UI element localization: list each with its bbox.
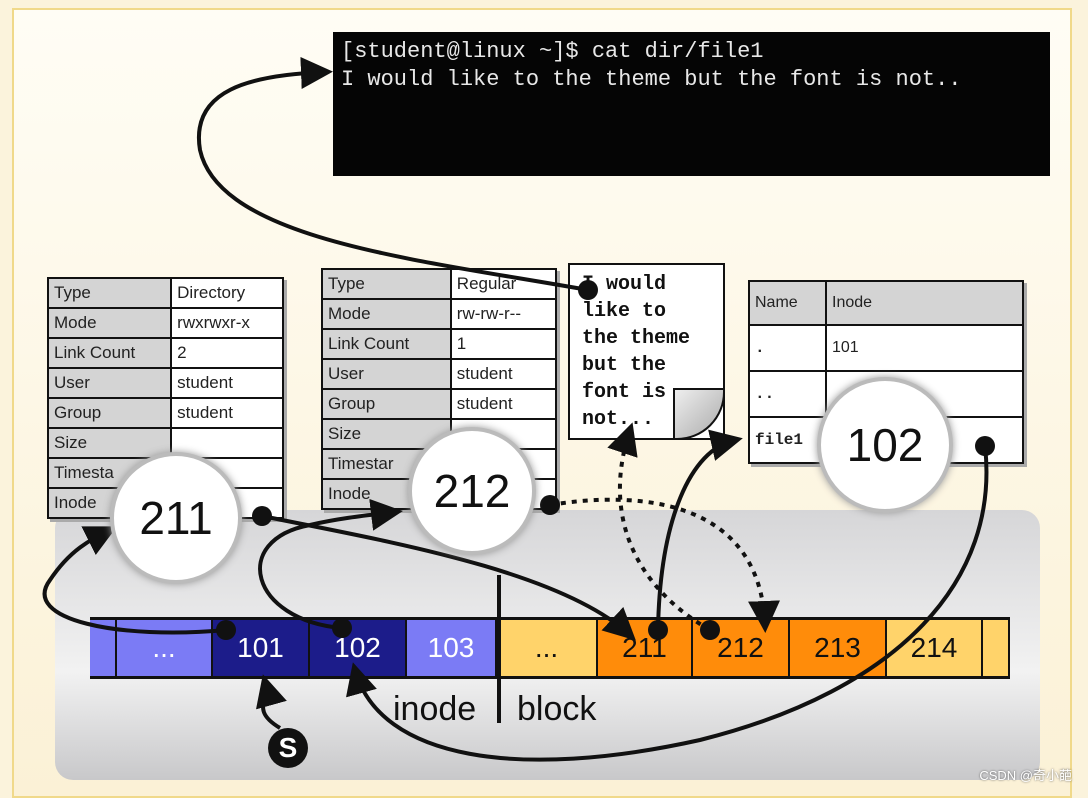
attribute-key: Link Count xyxy=(46,337,173,369)
directory-header-row: Name Inode xyxy=(748,280,1024,326)
attribute-key: Link Count xyxy=(321,328,452,360)
directory-entry-row: . 101 xyxy=(748,324,1024,372)
inode-attribute-row: Group student xyxy=(321,388,558,420)
directory-entry-name: .. xyxy=(748,370,827,418)
inode-attribute-row: Mode rwxrwxr-x xyxy=(46,307,284,339)
inode-attribute-row: Type Directory xyxy=(46,277,284,309)
attribute-value: 2 xyxy=(170,337,284,369)
inode-attribute-row: Link Count 2 xyxy=(46,337,284,369)
disk-block-cell: 212 xyxy=(693,620,790,676)
directory-entry-inode: 101 xyxy=(825,324,1024,372)
attribute-value: student xyxy=(449,358,558,390)
inode-attribute-row: Link Count 1 xyxy=(321,328,558,360)
block-area-label: block xyxy=(517,690,597,728)
start-marker: S xyxy=(268,728,308,768)
attribute-key: Size xyxy=(46,427,173,459)
disk-block-cell: ... xyxy=(117,620,213,676)
inode-attribute-row: Group student xyxy=(46,397,284,429)
directory-entry-name: file1 xyxy=(748,416,827,464)
disk-block-cell: 102 xyxy=(310,620,407,676)
attribute-value: 1 xyxy=(449,328,558,360)
attribute-value: Regular xyxy=(449,268,558,300)
file-content-document: I would like to the theme but the font i… xyxy=(568,263,725,440)
attribute-key: Mode xyxy=(46,307,173,339)
inode-attribute-row: Mode rw-rw-r-- xyxy=(321,298,558,330)
disk-block-cell: 211 xyxy=(598,620,693,676)
inode-area-label: inode xyxy=(393,690,477,728)
attribute-value: student xyxy=(170,367,284,399)
page-curl-icon xyxy=(673,388,725,440)
disk-block-cell xyxy=(90,620,117,676)
inode-attribute-row: User student xyxy=(321,358,558,390)
terminal-window: [student@linux ~]$ cat dir/file1 I would … xyxy=(333,32,1050,176)
disk-block-cell: 213 xyxy=(790,620,887,676)
attribute-key: Mode xyxy=(321,298,452,330)
inode-attribute-row: User student xyxy=(46,367,284,399)
inode-block-divider xyxy=(497,575,501,723)
directory-header: Inode xyxy=(825,280,1024,326)
attribute-value: Directory xyxy=(170,277,284,309)
magnifier-212: 212 xyxy=(408,427,536,555)
disk-block-cell: 214 xyxy=(887,620,983,676)
attribute-value: rwxrwxr-x xyxy=(170,307,284,339)
attribute-value: student xyxy=(449,388,558,420)
disk-block-cell: 101 xyxy=(213,620,310,676)
directory-entry-name: . xyxy=(748,324,827,372)
watermark: CSDN @奇小葩 xyxy=(979,768,1072,783)
directory-header: Name xyxy=(748,280,827,326)
attribute-key: User xyxy=(46,367,173,399)
disk-block-cell: ... xyxy=(497,620,598,676)
disk-block-cell: 103 xyxy=(407,620,497,676)
magnifier-102: 102 xyxy=(817,377,953,513)
attribute-value: student xyxy=(170,397,284,429)
terminal-line-command: [student@linux ~]$ cat dir/file1 xyxy=(341,39,764,64)
inode-attribute-row: Type Regular xyxy=(321,268,558,300)
disk-block-cell xyxy=(983,620,1010,676)
magnifier-211: 211 xyxy=(110,452,242,584)
attribute-key: Type xyxy=(321,268,452,300)
attribute-key: Group xyxy=(321,388,452,420)
attribute-key: Type xyxy=(46,277,173,309)
attribute-value: rw-rw-r-- xyxy=(449,298,558,330)
terminal-line-output: I would like to the theme but the font i… xyxy=(341,67,962,92)
attribute-key: Group xyxy=(46,397,173,429)
attribute-key: User xyxy=(321,358,452,390)
disk-block-strip: ... 101 102 103... 211 212 213 214 xyxy=(90,617,1010,679)
